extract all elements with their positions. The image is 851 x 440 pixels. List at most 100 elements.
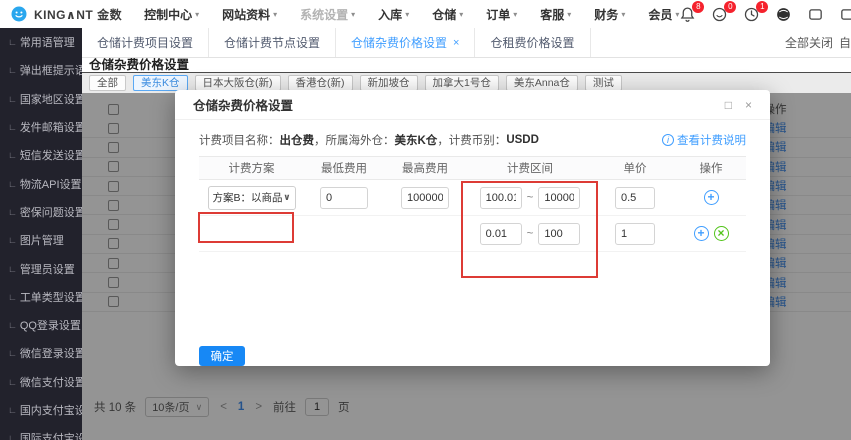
message-icon[interactable]: 0 [711, 0, 737, 23]
range-from-input[interactable] [479, 222, 522, 245]
clock-badge: 1 [756, 0, 769, 13]
tab-storage-misc-fee-price[interactable]: 仓储杂费价格设置 × [336, 28, 476, 57]
chevron-down-icon: ∨ [283, 192, 291, 202]
unit-price-input[interactable] [615, 222, 655, 245]
sidebar-item-sms[interactable]: ∟ 短信发送设置 [0, 141, 82, 169]
col-range: 计费区间 [507, 163, 553, 175]
tree-branch-icon: ∟ [8, 206, 17, 217]
fee-item-info: 计费项目名称： 出仓费 ，所属海外仓： 美东K仓 ，计费币别： USDD i 查看计费说明 [199, 132, 746, 148]
monitor-icon[interactable] [839, 6, 851, 23]
tree-branch-icon: ∟ [8, 235, 17, 246]
sidebar-item-image-manage[interactable]: ∟ 图片管理 [0, 226, 82, 254]
tree-branch-icon: ∟ [8, 376, 17, 387]
nav-customer-service[interactable]: 客服 ▾ [540, 6, 571, 23]
range-from-input[interactable] [479, 186, 522, 209]
col-max-fee: 最高费用 [402, 163, 448, 175]
maximize-icon[interactable]: □ [725, 98, 732, 112]
nav-site-data[interactable]: 网站资料 ▾ [222, 6, 277, 23]
filter-canada-1[interactable]: 加拿大1号仓 [424, 75, 499, 91]
sidebar-item-wechat-login[interactable]: ∟ 微信登录设置 [0, 339, 82, 367]
range-to-input[interactable] [538, 186, 581, 209]
message-badge: 0 [724, 0, 737, 13]
clock-icon[interactable]: 1 [743, 0, 769, 23]
brand-logo[interactable]: KING∧NT 金数 [10, 5, 122, 23]
sidebar-item-wechat-pay[interactable]: ∟ 微信支付设置 [0, 368, 82, 396]
chevron-down-icon: ▾ [405, 9, 410, 19]
tab-storage-fee-nodes[interactable]: 仓储计费节点设置 [209, 28, 337, 57]
add-range-icon[interactable]: + [693, 226, 709, 241]
close-tab-icon[interactable]: × [453, 37, 459, 49]
dialog-title: 仓储杂费价格设置 [193, 99, 294, 113]
chevron-down-icon: ▾ [459, 9, 464, 19]
tab-storage-rent-price[interactable]: 仓租费价格设置 [475, 28, 591, 57]
tabbar-overflow-label[interactable]: 自 [839, 34, 851, 51]
tree-branch-icon: ∟ [8, 122, 17, 133]
min-fee-input[interactable] [320, 186, 368, 209]
globe-icon[interactable] [775, 6, 792, 23]
filter-us-east-k[interactable]: 美东K仓 [133, 75, 188, 91]
filter-test[interactable]: 测试 [584, 75, 622, 91]
filter-singapore[interactable]: 新加坡仓 [359, 75, 418, 91]
filter-all[interactable]: 全部 [89, 75, 126, 91]
filter-us-east-anna[interactable]: 美东Anna仓 [505, 75, 578, 91]
billing-scheme-select[interactable]: 方案B：以商品总重 ∨ [207, 185, 296, 210]
filter-osaka-new[interactable]: 日本大阪仓(新) [194, 75, 281, 91]
tab-storage-fee-items[interactable]: 仓储计费项目设置 [82, 28, 210, 57]
max-fee-input[interactable] [401, 186, 449, 209]
sidebar-item-logistics-api[interactable]: ∟ 物流API设置 [0, 169, 82, 197]
sidebar-item-ticket-type[interactable]: ∟ 工单类型设置 [0, 283, 82, 311]
nav-finance[interactable]: 财务 ▾ [594, 6, 625, 23]
unit-price-input[interactable] [615, 186, 655, 209]
sidebar-item-admin-settings[interactable]: ∟ 管理员设置 [0, 254, 82, 282]
close-all-tabs-button[interactable]: 全部关闭 [785, 34, 833, 51]
add-range-icon[interactable]: + [703, 190, 719, 205]
tree-branch-icon: ∟ [8, 320, 17, 331]
nav-storage[interactable]: 仓储 ▾ [432, 6, 463, 23]
tree-branch-icon: ∟ [8, 433, 17, 440]
bell-badge: 8 [692, 0, 705, 13]
top-navbar: KING∧NT 金数 控制中心 ▾ 网站资料 ▾ 系统设置 ▾ 入库 ▾ 仓储 ▾ 订单 ▾… [0, 0, 851, 28]
tree-branch-icon: ∟ [8, 405, 17, 415]
chevron-down-icon: ▾ [567, 9, 572, 19]
remove-range-icon[interactable]: × [713, 226, 729, 241]
page-title: 仓储杂费价格设置 [82, 58, 851, 73]
info-icon: i [662, 134, 674, 146]
sidebar-item-security-question[interactable]: ∟ 密保问题设置 [0, 198, 82, 226]
monitor-icon[interactable] [807, 6, 824, 23]
range-to-input[interactable] [538, 222, 581, 245]
brand-name: KING∧NT 金数 [34, 7, 123, 22]
sidebar-item-domestic-alipay[interactable]: ∟国内支付宝设置 [0, 396, 82, 424]
tree-branch-icon: ∟ [8, 37, 17, 48]
dialog-header: 仓储杂费价格设置 □ × [175, 90, 770, 120]
sidebar-item-sender-mailbox[interactable]: ∟ 发件邮箱设置 [0, 113, 82, 141]
range-separator: ~ [526, 227, 534, 240]
brand-logo-icon [11, 6, 27, 22]
filter-hongkong-new[interactable]: 香港仓(新) [287, 75, 353, 91]
app-window: KING∧NT 金数 控制中心 ▾ 网站资料 ▾ 系统设置 ▾ 入库 ▾ 仓储 ▾ 订单 ▾… [0, 0, 851, 440]
view-billing-help-link[interactable]: i 查看计费说明 [662, 132, 746, 148]
nav-orders[interactable]: 订单 ▾ [486, 6, 517, 23]
close-icon[interactable]: × [745, 98, 752, 112]
sidebar-item-intl-alipay[interactable]: ∟国际支付宝设置 [0, 424, 82, 440]
sidebar-item-qq-login[interactable]: ∟ QQ登录设置 [0, 311, 82, 339]
nav-inbound[interactable]: 入库 ▾ [378, 6, 409, 23]
tree-branch-icon: ∟ [8, 93, 17, 104]
confirm-button[interactable]: 确定 [199, 346, 245, 366]
notification-bell-icon[interactable]: 8 [679, 0, 705, 23]
sidebar-item-country-region[interactable]: ∟ 国家地区设置 [0, 85, 82, 113]
tree-branch-icon: ∟ [8, 178, 17, 189]
tabbar-actions: 全部关闭 自 [785, 28, 851, 57]
currency-code: USDD [506, 134, 539, 146]
nav-system-settings[interactable]: 系统设置 ▾ [300, 6, 355, 23]
sidebar-item-popup-tips[interactable]: ∟弹出框提示语管理 [0, 56, 82, 84]
fee-item-name: 出仓费 [279, 135, 315, 147]
sidebar-item-common-phrases[interactable]: ∟ 常用语管理 [0, 28, 82, 56]
chevron-down-icon: ▾ [195, 9, 200, 19]
nav-members[interactable]: 会员 ▾ [648, 6, 679, 23]
nav-control-center[interactable]: 控制中心 ▾ [144, 6, 199, 23]
tree-branch-icon: ∟ [8, 291, 17, 302]
tree-branch-icon: ∟ [8, 348, 17, 359]
fee-table-header: 计费方案 最低费用 最高费用 计费区间 单价 操作 [199, 156, 746, 180]
dialog-window-controls: □ × [725, 98, 752, 112]
sidebar: ∟常用语管理 ∟弹出框提示语管理 ∟国家地区设置 ∟发件邮箱设置 ∟短信发送设置… [0, 28, 82, 440]
